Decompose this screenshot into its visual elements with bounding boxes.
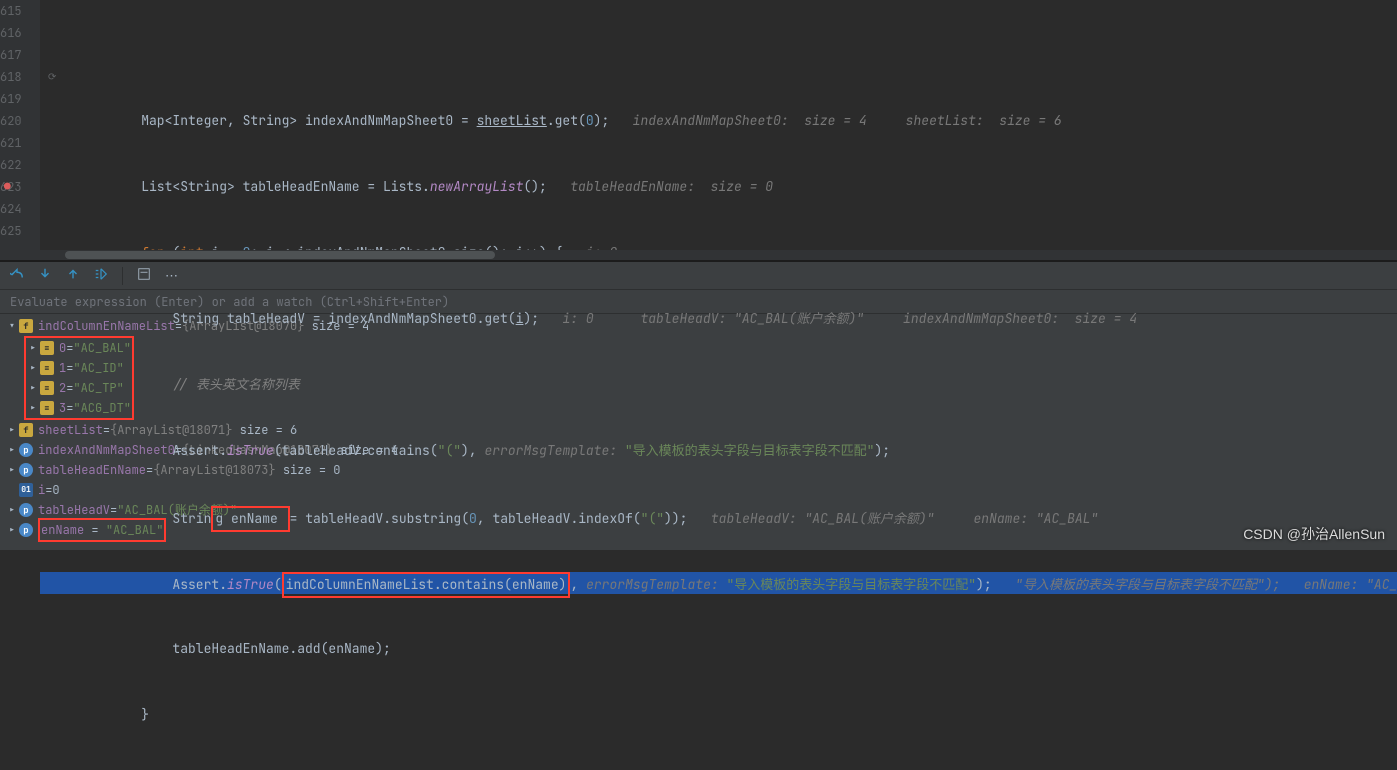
expand-icon[interactable]: ▸ — [27, 338, 39, 358]
line-number: 625 — [0, 220, 22, 242]
line-number: 622 — [0, 154, 22, 176]
expand-icon[interactable]: ▸ — [6, 440, 18, 460]
line-number: 619 — [0, 88, 22, 110]
code-line[interactable]: List<String> tableHeadEnName = Lists.new… — [40, 176, 1397, 198]
expand-icon[interactable]: ▸ — [27, 358, 39, 378]
expand-icon[interactable]: ▸ — [6, 420, 18, 440]
line-number: 615 — [0, 0, 22, 22]
code-line[interactable]: tableHeadEnName.add(enName); — [40, 638, 1397, 660]
line-number: ●623 — [0, 176, 22, 198]
line-number: 616 — [0, 22, 22, 44]
line-gutter: 615 616 617 ⟳618 619 620 621 622 ●623 62… — [0, 0, 40, 250]
expand-icon[interactable]: ▸ — [27, 378, 39, 398]
line-number: 624 — [0, 198, 22, 220]
param-icon: p — [19, 503, 33, 517]
code-line[interactable]: Map<Integer, String> indexAndNmMapSheet0… — [40, 110, 1397, 132]
field-icon: f — [19, 423, 33, 437]
field-icon: f — [19, 319, 33, 333]
expand-icon[interactable]: ▸ — [27, 398, 39, 418]
code-line[interactable]: String tableHeadV = indexAndNmMapSheet0.… — [40, 308, 1397, 330]
param-icon: p — [19, 463, 33, 477]
param-icon: p — [19, 443, 33, 457]
param-icon: p — [19, 523, 33, 537]
collapse-icon[interactable]: ▾ — [6, 316, 18, 336]
code-line[interactable]: } — [40, 704, 1397, 726]
expand-icon[interactable]: ▸ — [6, 500, 18, 520]
line-number: ⟳618 — [0, 66, 22, 88]
line-number: 620 — [0, 110, 22, 132]
expand-icon[interactable]: ▸ — [6, 520, 18, 540]
breakpoint-icon[interactable]: ● — [4, 176, 11, 198]
step-over-button[interactable] — [10, 267, 24, 285]
horizontal-scrollbar[interactable] — [0, 250, 1397, 260]
code-editor[interactable]: 615 616 617 ⟳618 619 620 621 622 ●623 62… — [0, 0, 1397, 250]
expand-icon[interactable]: ▸ — [6, 460, 18, 480]
code-body[interactable]: Map<Integer, String> indexAndNmMapSheet0… — [40, 0, 1397, 250]
code-line[interactable]: String enName = tableHeadV.substring(0, … — [40, 506, 1397, 528]
primitive-icon: 01 — [19, 483, 33, 497]
code-line[interactable]: Assert.isTrue(tableHeadV.contains("("), … — [40, 440, 1397, 462]
line-number: 621 — [0, 132, 22, 154]
watermark-text: CSDN @孙治AllenSun — [1243, 524, 1385, 544]
code-line[interactable]: // 表头英文名称列表 — [40, 374, 1397, 396]
line-number: 617 — [0, 44, 22, 66]
scrollbar-thumb[interactable] — [65, 251, 495, 259]
execution-line[interactable]: Assert.isTrue(indColumnEnNameList.contai… — [40, 572, 1397, 594]
